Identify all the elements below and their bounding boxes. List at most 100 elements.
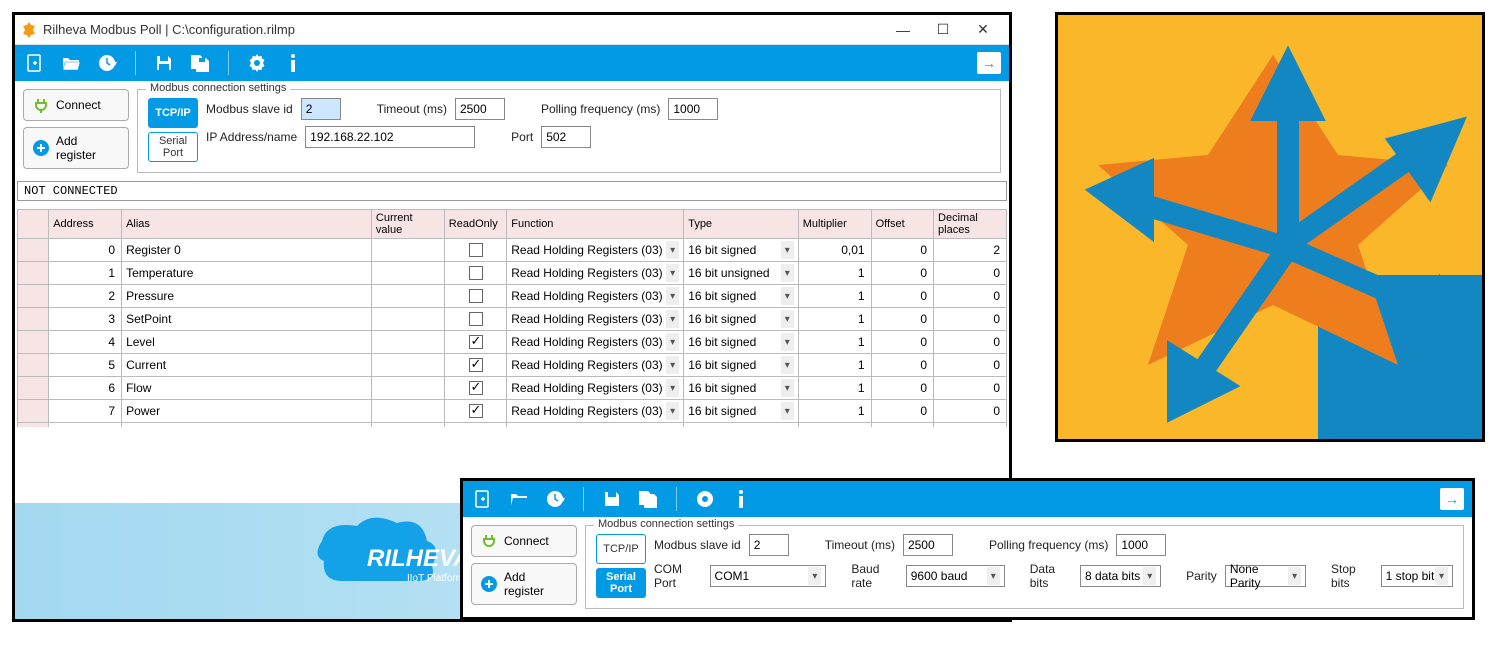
table-row[interactable]: 7PowerRead Holding Registers (03)▾16 bit… (18, 400, 1007, 423)
cell-readonly[interactable] (444, 423, 506, 428)
cell-readonly[interactable] (444, 285, 506, 308)
close-button[interactable]: ✕ (963, 16, 1003, 44)
cell-readonly[interactable] (444, 400, 506, 423)
port-input[interactable] (541, 126, 591, 148)
info-icon[interactable] (729, 487, 753, 511)
cell-alias[interactable]: Level (122, 331, 372, 354)
cell-type[interactable]: 16 bit signed▾ (684, 354, 799, 377)
row-handle[interactable] (18, 377, 49, 400)
polling-input[interactable] (1116, 534, 1166, 556)
cell-multiplier[interactable]: 1 (798, 262, 871, 285)
table-row[interactable]: 1TemperatureRead Holding Registers (03)▾… (18, 262, 1007, 285)
cell-decimal[interactable]: 0 (934, 331, 1007, 354)
cell-decimal[interactable]: 0 (934, 423, 1007, 428)
cell-multiplier[interactable]: 1 (798, 423, 871, 428)
chevron-down-icon[interactable]: ▾ (781, 310, 794, 328)
cell-decimal[interactable]: 0 (934, 400, 1007, 423)
checkbox-icon[interactable] (469, 312, 483, 326)
parity-select[interactable]: None Parity▾ (1225, 565, 1306, 587)
cell-multiplier[interactable]: 1 (798, 354, 871, 377)
cell-multiplier[interactable]: 0,01 (798, 239, 871, 262)
chevron-down-icon[interactable]: ▾ (666, 402, 679, 420)
add-register-button[interactable]: Add register (471, 563, 577, 605)
cell-type[interactable]: 16 bit signed▾ (684, 400, 799, 423)
cell-function[interactable]: Read Holding Registers (03)▾ (507, 377, 684, 400)
chevron-down-icon[interactable]: ▾ (666, 287, 679, 305)
cell-alias[interactable]: SetPoint (122, 308, 372, 331)
clock-icon[interactable]: ▾ (543, 487, 567, 511)
table-row[interactable]: 4LevelRead Holding Registers (03)▾16 bit… (18, 331, 1007, 354)
cell-function[interactable]: Read Holding Registers (03)▾ (507, 285, 684, 308)
cell-readonly[interactable] (444, 239, 506, 262)
cell-offset[interactable]: 0 (871, 262, 933, 285)
folder-open-icon[interactable] (59, 51, 83, 75)
chevron-down-icon[interactable]: ▾ (666, 264, 679, 282)
cell-type[interactable]: 16 bit signed▾ (684, 239, 799, 262)
cell-readonly[interactable] (444, 354, 506, 377)
minimize-button[interactable]: — (883, 16, 923, 44)
cell-type[interactable]: 16 bit signed▾ (684, 308, 799, 331)
chevron-down-icon[interactable]: ▾ (781, 264, 794, 282)
cell-multiplier[interactable]: 1 (798, 400, 871, 423)
cell-multiplier[interactable]: 1 (798, 308, 871, 331)
cell-readonly[interactable] (444, 308, 506, 331)
cell-address[interactable]: 3 (49, 308, 122, 331)
cell-address[interactable]: 6 (49, 377, 122, 400)
cell-function[interactable]: Read Holding Registers (03)▾ (507, 239, 684, 262)
gear-icon[interactable] (693, 487, 717, 511)
cell-readonly[interactable] (444, 377, 506, 400)
baud-select[interactable]: 9600 baud▾ (906, 565, 1005, 587)
chevron-down-icon[interactable]: ▾ (666, 241, 679, 259)
cell-address[interactable]: 7 (49, 400, 122, 423)
row-handle[interactable] (18, 423, 49, 428)
row-handle[interactable] (18, 354, 49, 377)
chevron-down-icon[interactable]: ▾ (666, 333, 679, 351)
table-row[interactable]: 200Invalid register defined to show the … (18, 423, 1007, 428)
cell-address[interactable]: 2 (49, 285, 122, 308)
table-row[interactable]: 2PressureRead Holding Registers (03)▾16 … (18, 285, 1007, 308)
arrow-right-icon[interactable]: → (977, 52, 1001, 74)
cell-offset[interactable]: 0 (871, 308, 933, 331)
cell-readonly[interactable] (444, 331, 506, 354)
com-port-select[interactable]: COM1▾ (710, 565, 827, 587)
chevron-down-icon[interactable]: ▾ (781, 287, 794, 305)
chevron-down-icon[interactable]: ▾ (666, 310, 679, 328)
cell-alias[interactable]: Pressure (122, 285, 372, 308)
table-row[interactable]: 3SetPointRead Holding Registers (03)▾16 … (18, 308, 1007, 331)
cell-address[interactable]: 200 (49, 423, 122, 428)
slave-id-input[interactable] (749, 534, 789, 556)
cell-function[interactable]: Read Holding Registers (03)▾ (507, 423, 684, 428)
checkbox-icon[interactable] (469, 381, 483, 395)
table-row[interactable]: 5CurrentRead Holding Registers (03)▾16 b… (18, 354, 1007, 377)
checkbox-icon[interactable] (469, 358, 483, 372)
cell-multiplier[interactable]: 1 (798, 331, 871, 354)
file-add-icon[interactable] (23, 51, 47, 75)
gear-icon[interactable] (245, 51, 269, 75)
clock-icon[interactable]: ▾ (95, 51, 119, 75)
chevron-down-icon[interactable]: ▾ (666, 356, 679, 374)
cell-offset[interactable]: 0 (871, 377, 933, 400)
cell-offset[interactable]: 0 (871, 400, 933, 423)
row-handle[interactable] (18, 308, 49, 331)
connect-button[interactable]: Connect (471, 525, 577, 557)
row-handle[interactable] (18, 400, 49, 423)
ip-input[interactable] (305, 126, 475, 148)
chevron-down-icon[interactable]: ▾ (781, 356, 794, 374)
checkbox-icon[interactable] (469, 335, 483, 349)
cell-decimal[interactable]: 0 (934, 262, 1007, 285)
timeout-input[interactable] (455, 98, 505, 120)
chevron-down-icon[interactable]: ▾ (781, 333, 794, 351)
arrow-right-icon[interactable]: → (1440, 488, 1464, 510)
stopbits-select[interactable]: 1 stop bit▾ (1381, 565, 1453, 587)
folder-open-icon[interactable] (507, 487, 531, 511)
cell-offset[interactable]: 0 (871, 285, 933, 308)
table-row[interactable]: 0Register 0Read Holding Registers (03)▾1… (18, 239, 1007, 262)
databits-select[interactable]: 8 data bits▾ (1080, 565, 1161, 587)
chevron-down-icon[interactable]: ▾ (781, 241, 794, 259)
save-icon[interactable] (600, 487, 624, 511)
cell-address[interactable]: 5 (49, 354, 122, 377)
cell-offset[interactable]: 0 (871, 354, 933, 377)
cell-function[interactable]: Read Holding Registers (03)▾ (507, 354, 684, 377)
save-all-icon[interactable] (188, 51, 212, 75)
tab-serial[interactable]: Serial Port (596, 568, 646, 598)
